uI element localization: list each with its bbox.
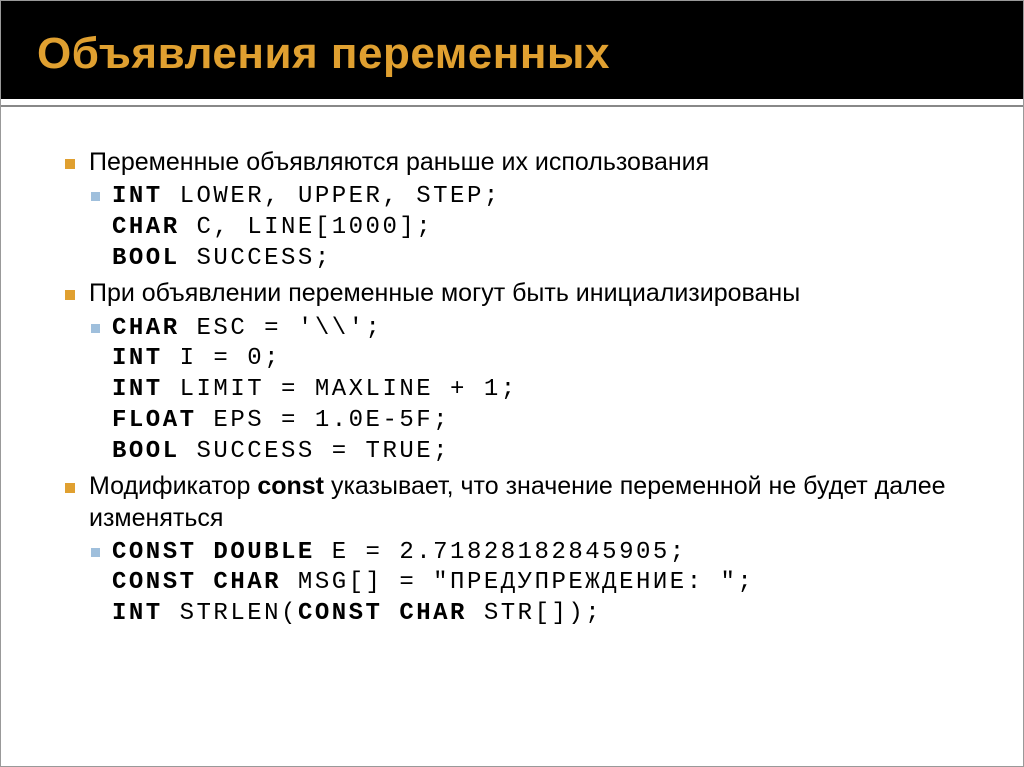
code-block: CHAR ESC = '\\'; INT I = 0; INT LIMIT = … [112, 314, 518, 468]
bullet-square-icon [91, 324, 100, 333]
bullet-square-icon [65, 159, 75, 169]
code-block: CONST DOUBLE E = 2.71828182845905; CONST… [112, 538, 754, 630]
bullet-square-icon [65, 290, 75, 300]
bullet-text: При объявлении переменные могут быть ини… [89, 278, 800, 309]
code-item: INT LOWER, UPPER, STEP; CHAR C, LINE[100… [91, 182, 975, 274]
code-item: CHAR ESC = '\\'; INT I = 0; INT LIMIT = … [91, 314, 975, 468]
slide: Объявления переменных Переменные объявля… [0, 0, 1024, 767]
slide-content: Переменные объявляются раньше их использ… [1, 107, 1023, 766]
title-bar: Объявления переменных [1, 1, 1023, 99]
bullet-text: Модификатор const указывает, что значени… [89, 471, 975, 534]
bullet-square-icon [91, 548, 100, 557]
bullet-item: Модификатор const указывает, что значени… [65, 471, 975, 534]
slide-title: Объявления переменных [37, 29, 987, 79]
bullet-item: При объявлении переменные могут быть ини… [65, 278, 975, 309]
bullet-square-icon [65, 483, 75, 493]
code-item: CONST DOUBLE E = 2.71828182845905; CONST… [91, 538, 975, 630]
bullet-item: Переменные объявляются раньше их использ… [65, 147, 975, 178]
bullet-square-icon [91, 192, 100, 201]
bullet-text: Переменные объявляются раньше их использ… [89, 147, 709, 178]
code-block: INT LOWER, UPPER, STEP; CHAR C, LINE[100… [112, 182, 501, 274]
